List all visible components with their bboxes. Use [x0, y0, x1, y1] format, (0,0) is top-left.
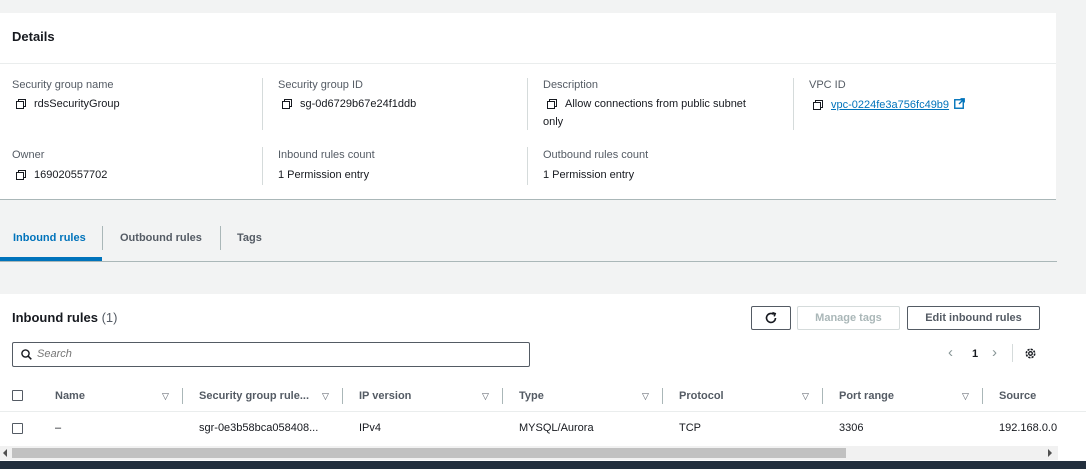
description-value-cont: only	[543, 116, 564, 128]
copy-icon[interactable]	[16, 170, 26, 180]
column-divider	[793, 78, 794, 130]
search-input[interactable]	[37, 346, 507, 361]
description-value: Allow connections from public subnet	[547, 98, 746, 110]
sg-id-label: Security group ID	[278, 79, 363, 91]
manage-tags-button[interactable]: Manage tags	[797, 306, 900, 330]
scroll-right-arrow[interactable]	[1048, 449, 1052, 457]
column-header-source[interactable]: Source	[999, 390, 1036, 402]
tab-divider	[220, 226, 221, 250]
column-header-rule-id[interactable]: Security group rule...	[199, 390, 309, 402]
refresh-icon	[765, 311, 777, 324]
column-header-port-range[interactable]: Port range	[839, 390, 894, 402]
column-divider[interactable]	[502, 388, 503, 404]
edit-inbound-rules-button[interactable]: Edit inbound rules	[907, 306, 1040, 330]
page-number[interactable]: 1	[972, 348, 978, 360]
search-icon	[21, 349, 32, 360]
pagination-divider	[1012, 344, 1013, 362]
copy-icon[interactable]	[16, 99, 26, 109]
copy-icon[interactable]	[282, 99, 292, 109]
column-divider[interactable]	[822, 388, 823, 404]
sort-icon[interactable]: ▽	[962, 391, 969, 402]
cell-rule-id: sgr-0e3b58bca058408...	[199, 422, 319, 434]
sort-icon[interactable]: ▽	[802, 391, 809, 402]
horizontal-scrollbar[interactable]	[0, 446, 1058, 460]
copy-icon[interactable]	[813, 100, 823, 110]
vpc-link[interactable]: vpc-0224fe3a756fc49b9	[831, 99, 949, 111]
column-header-ip-version[interactable]: IP version	[359, 390, 411, 402]
inbound-count-value: 1 Permission entry	[278, 169, 370, 181]
sg-name-label: Security group name	[12, 79, 114, 91]
select-all-checkbox[interactable]	[12, 390, 23, 401]
search-box[interactable]	[12, 342, 530, 367]
sort-icon[interactable]: ▽	[162, 391, 169, 402]
column-divider	[527, 78, 528, 130]
vpc-id-label: VPC ID	[809, 79, 846, 91]
chevron-left-icon[interactable]: ‹	[948, 344, 953, 361]
gear-icon[interactable]	[1024, 347, 1037, 360]
scrollbar-thumb[interactable]	[12, 448, 846, 458]
description-label: Description	[543, 79, 599, 91]
vpc-id-value: vpc-0224fe3a756fc49b9	[813, 98, 966, 111]
rules-count: (1)	[101, 310, 118, 325]
cell-source: 192.168.0.0	[999, 422, 1058, 434]
rules-title: Inbound rules (1)	[12, 310, 118, 325]
sort-icon[interactable]: ▽	[482, 391, 489, 402]
column-divider[interactable]	[182, 388, 183, 404]
page-footer-bar	[0, 461, 1086, 469]
inbound-count-label: Inbound rules count	[278, 149, 375, 161]
column-divider[interactable]	[982, 388, 983, 404]
column-divider	[262, 147, 263, 185]
column-header-protocol[interactable]: Protocol	[679, 390, 724, 402]
row-checkbox[interactable]	[12, 423, 23, 434]
cell-ip-version: IPv4	[359, 422, 382, 434]
sort-icon[interactable]: ▽	[642, 391, 649, 402]
refresh-button[interactable]	[751, 306, 791, 330]
column-divider	[262, 78, 263, 130]
outbound-count-value: 1 Permission entry	[543, 169, 635, 181]
cell-name: –	[55, 422, 62, 434]
column-divider[interactable]	[662, 388, 663, 404]
tab-inbound-rules[interactable]: Inbound rules	[13, 232, 86, 244]
details-divider	[0, 63, 1056, 64]
tabs-underline	[0, 261, 1057, 262]
sg-id-value: sg-0d6729b67e24f1ddb	[282, 98, 416, 110]
outbound-count-label: Outbound rules count	[543, 149, 649, 161]
scroll-left-arrow[interactable]	[3, 449, 7, 457]
owner-label: Owner	[12, 149, 45, 161]
cell-protocol: TCP	[679, 422, 701, 434]
copy-icon[interactable]	[547, 99, 557, 109]
details-title: Details	[12, 29, 55, 44]
cell-type: MYSQL/Aurora	[519, 422, 594, 434]
tab-divider	[102, 226, 103, 250]
owner-value: 169020557702	[16, 169, 107, 181]
column-divider[interactable]	[342, 388, 343, 404]
tab-tags[interactable]: Tags	[237, 232, 262, 244]
external-link-icon[interactable]	[954, 98, 966, 109]
column-divider	[527, 147, 528, 185]
header-divider	[0, 411, 1086, 412]
column-header-name[interactable]: Name	[55, 390, 85, 402]
cell-source-clip: 192.168.0.0	[999, 418, 1058, 438]
column-header-type[interactable]: Type	[519, 390, 544, 402]
sort-icon[interactable]: ▽	[322, 391, 329, 402]
sg-name-value: rdsSecurityGroup	[16, 98, 120, 110]
chevron-right-icon[interactable]: ›	[992, 344, 997, 361]
tab-outbound-rules[interactable]: Outbound rules	[120, 232, 202, 244]
cell-port-range: 3306	[839, 422, 864, 434]
